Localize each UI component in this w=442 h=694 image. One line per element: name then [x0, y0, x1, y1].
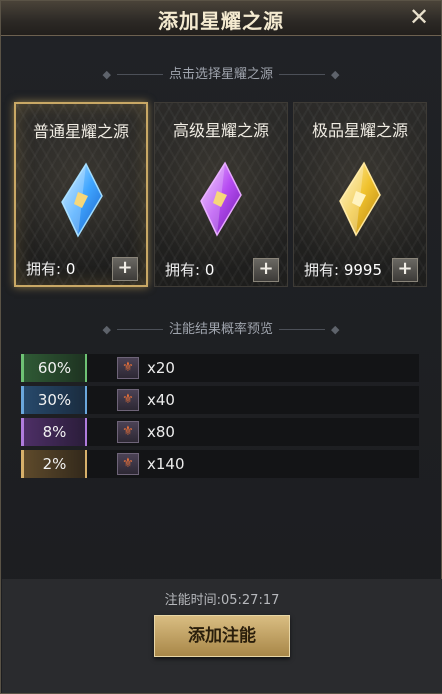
right-ornament-icon: ◆	[331, 323, 340, 336]
list-item: 60% ⚜ x20	[21, 354, 419, 382]
add-infusion-button[interactable]: 添加注能	[154, 615, 290, 657]
probability-badge: 2%	[21, 450, 87, 478]
card-advanced-source[interactable]: 高级星耀之源 拥有: 0 +	[154, 102, 288, 287]
dialog-footer: 注能时间:05:27:17 添加注能	[2, 579, 442, 693]
infusion-timer: 注能时间:05:27:17	[164, 593, 280, 608]
fleur-item-icon: ⚜	[117, 357, 139, 379]
probability-badge: 30%	[21, 386, 87, 414]
owned-label: 拥有:	[165, 261, 201, 279]
preview-section-title: ◆ 注能结果概率预览 ◆	[1, 318, 441, 337]
add-starlight-source-dialog: 添加星耀之源 ✕ ◆ 点击选择星耀之源 ◆ 普通星耀之源 拥有: 0 + 高级星耀之…	[0, 0, 442, 694]
close-icon[interactable]: ✕	[407, 5, 431, 29]
plus-icon[interactable]: +	[253, 258, 279, 282]
reward-quantity: x80	[147, 423, 175, 441]
gold-crystal-icon	[339, 161, 381, 237]
list-item: 30% ⚜ x40	[21, 386, 419, 414]
reward-quantity: x140	[147, 455, 185, 473]
probability-badge: 60%	[21, 354, 87, 382]
dialog-header: 添加星耀之源 ✕	[1, 1, 441, 36]
purple-crystal-icon	[200, 161, 242, 237]
owned-value: 9995	[343, 261, 383, 279]
list-item: 8% ⚜ x80	[21, 418, 419, 446]
right-ornament-icon: ◆	[331, 68, 340, 81]
owned-value: 0	[204, 261, 215, 279]
left-ornament-icon: ◆	[102, 323, 111, 336]
card-name: 高级星耀之源	[172, 121, 269, 140]
owned-count: 拥有: 0	[165, 259, 214, 280]
plus-icon[interactable]: +	[112, 257, 138, 281]
left-ornament-icon: ◆	[102, 68, 111, 81]
probability-badge: 8%	[21, 418, 87, 446]
fleur-item-icon: ⚜	[117, 453, 139, 475]
preview-section-label: 注能结果概率预览	[168, 322, 273, 337]
list-item: 2% ⚜ x140	[21, 450, 419, 478]
owned-value: 0	[65, 260, 76, 278]
card-name: 普通星耀之源	[32, 122, 129, 141]
probability-list: 60% ⚜ x20 30% ⚜ x40 8% ⚜ x80 2% ⚜ x140	[21, 354, 419, 482]
card-common-source[interactable]: 普通星耀之源 拥有: 0 +	[14, 102, 148, 287]
reward-quantity: x40	[147, 391, 175, 409]
owned-count: 拥有: 9995	[304, 259, 382, 280]
owned-label: 拥有:	[26, 260, 62, 278]
card-premium-source[interactable]: 极品星耀之源 拥有: 9995 +	[293, 102, 427, 287]
card-name: 极品星耀之源	[311, 121, 408, 140]
select-section-label: 点击选择星耀之源	[168, 67, 273, 82]
fleur-item-icon: ⚜	[117, 389, 139, 411]
fleur-item-icon: ⚜	[117, 421, 139, 443]
blue-crystal-icon	[61, 162, 103, 238]
plus-icon[interactable]: +	[392, 258, 418, 282]
reward-quantity: x20	[147, 359, 175, 377]
dialog-title: 添加星耀之源	[158, 9, 284, 33]
select-section-title: ◆ 点击选择星耀之源 ◆	[1, 63, 441, 82]
owned-label: 拥有:	[304, 261, 340, 279]
owned-count: 拥有: 0	[26, 258, 75, 279]
